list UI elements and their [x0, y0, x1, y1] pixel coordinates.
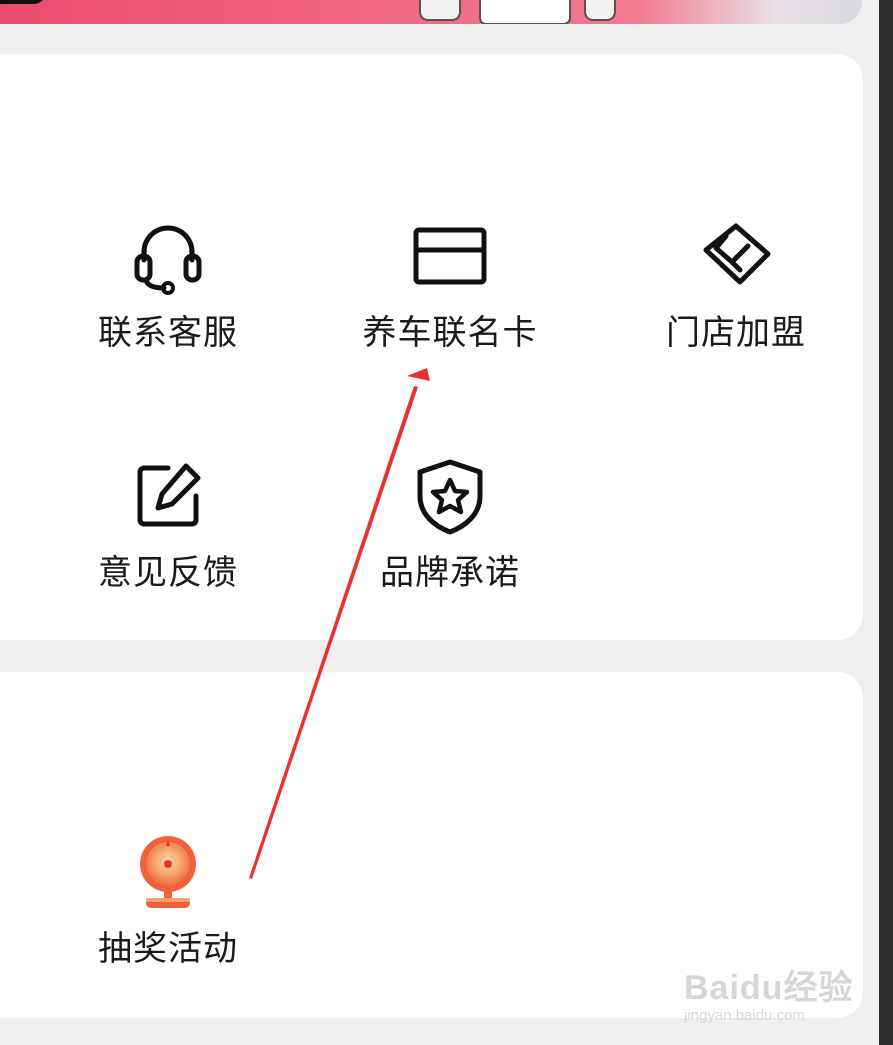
lottery-wheel-icon [123, 830, 213, 913]
watermark-sub-text: jingyan.baidu.com [684, 1007, 805, 1024]
brand-promise-item[interactable]: 品牌承诺 [340, 454, 560, 594]
services-card: 联系客服 养车联名卡 门店加盟 意见反馈 品牌承诺 [0, 54, 863, 640]
co-branded-card-item[interactable]: 养车联名卡 [340, 214, 560, 354]
baidu-watermark: Baidu经验 jingyan.baidu.com [684, 960, 864, 1030]
feedback-item[interactable]: 意见反馈 [58, 454, 278, 594]
right-edge-strip [879, 0, 893, 1045]
feedback-label: 意见反馈 [98, 553, 238, 593]
store-franchise-item[interactable]: 门店加盟 [626, 214, 846, 354]
contact-service-item[interactable]: 联系客服 [58, 214, 278, 354]
banner-illustration [419, 0, 616, 24]
shield-star-icon [405, 454, 495, 537]
contact-service-label: 联系客服 [98, 313, 238, 353]
page: 联系客服 养车联名卡 门店加盟 意见反馈 品牌承诺 抽奖活动 Baidu经验 j… [0, 0, 893, 1045]
lottery-item[interactable]: 抽奖活动 [58, 830, 278, 970]
watermark-main-text: Baidu经验 [684, 969, 854, 1007]
headset-icon [123, 214, 213, 297]
card-icon [405, 214, 495, 297]
co-branded-card-label: 养车联名卡 [362, 313, 538, 353]
brand-promise-label: 品牌承诺 [380, 553, 520, 593]
edit-icon [123, 454, 213, 537]
banner-dark-corner [0, 0, 46, 4]
handshake-icon [691, 214, 781, 297]
lottery-label: 抽奖活动 [98, 929, 238, 969]
store-franchise-label: 门店加盟 [666, 313, 806, 353]
top-banner[interactable] [0, 0, 862, 24]
